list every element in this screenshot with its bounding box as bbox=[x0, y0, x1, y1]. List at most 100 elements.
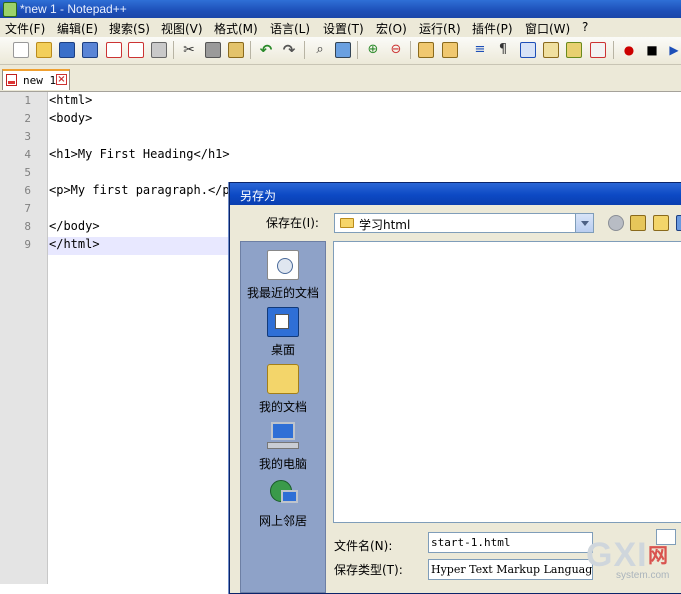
zoom-out-icon[interactable]: ⊖ bbox=[388, 42, 404, 58]
show-all-chars-icon[interactable]: ¶ bbox=[495, 42, 511, 58]
line-number-gutter: 1 2 3 4 5 6 7 8 9 bbox=[0, 92, 48, 584]
filename-input[interactable] bbox=[428, 532, 593, 553]
menu-search[interactable]: 搜索(S) bbox=[109, 20, 150, 37]
toolbar-separator bbox=[304, 41, 305, 59]
place-my-documents[interactable]: 我的文档 bbox=[241, 364, 325, 420]
word-wrap-icon[interactable]: ≡ bbox=[472, 42, 488, 58]
line-number: 5 bbox=[24, 166, 31, 179]
redo-icon[interactable]: ↷ bbox=[281, 42, 297, 58]
toolbar-separator bbox=[613, 41, 614, 59]
open-folder-icon[interactable] bbox=[36, 42, 52, 58]
unsaved-file-icon bbox=[6, 74, 17, 86]
place-recent-documents[interactable]: 我最近的文档 bbox=[241, 250, 325, 306]
line-number: 6 bbox=[24, 184, 31, 197]
code-line[interactable]: </body> bbox=[49, 219, 100, 233]
save-all-icon[interactable] bbox=[82, 42, 98, 58]
save-in-label: 保存在(I): bbox=[266, 216, 319, 230]
replace-icon[interactable] bbox=[335, 42, 351, 58]
places-bar: 我最近的文档 桌面 我的文档 我的电脑 网上邻居 bbox=[240, 241, 326, 593]
code-line[interactable]: <h1>My First Heading</h1> bbox=[49, 147, 230, 161]
paste-icon[interactable] bbox=[228, 42, 244, 58]
window-title-bar[interactable]: *new 1 - Notepad++ bbox=[0, 0, 681, 18]
window-title: *new 1 - Notepad++ bbox=[20, 2, 127, 16]
chevron-down-icon[interactable] bbox=[575, 214, 593, 232]
menu-file[interactable]: 文件(F) bbox=[5, 20, 45, 37]
cut-icon[interactable]: ✂ bbox=[181, 42, 197, 58]
views-menu-icon[interactable] bbox=[676, 215, 681, 231]
code-line[interactable]: <p>My first paragraph.</p> bbox=[49, 183, 237, 197]
menu-language[interactable]: 语言(L) bbox=[270, 20, 310, 37]
doc-map-icon[interactable] bbox=[566, 42, 582, 58]
sync-horizontal-icon[interactable] bbox=[442, 42, 458, 58]
line-number: 8 bbox=[24, 220, 31, 233]
close-all-icon[interactable] bbox=[128, 42, 144, 58]
menu-settings[interactable]: 设置(T) bbox=[323, 20, 364, 37]
code-line[interactable]: <body> bbox=[49, 111, 92, 125]
function-list-icon[interactable] bbox=[590, 42, 606, 58]
filetype-dropdown[interactable]: Hyper Text Markup Language bbox=[428, 559, 593, 580]
file-list[interactable] bbox=[333, 241, 681, 523]
copy-icon[interactable] bbox=[205, 42, 221, 58]
indent-guide-icon[interactable] bbox=[520, 42, 536, 58]
save-icon[interactable] bbox=[59, 42, 75, 58]
line-number: 2 bbox=[24, 112, 31, 125]
line-number: 7 bbox=[24, 202, 31, 215]
notepadpp-app-icon bbox=[3, 2, 17, 17]
menu-bar: 文件(F) 编辑(E) 搜索(S) 视图(V) 格式(M) 语言(L) 设置(T… bbox=[0, 18, 681, 38]
site-watermark-logo: GXI 网 system.com bbox=[586, 536, 681, 584]
print-icon[interactable] bbox=[151, 42, 167, 58]
toolbar: ✂ ↶ ↷ ⌕ ⊕ ⊖ ≡ ¶ ● ■ ▶ bbox=[0, 37, 681, 65]
line-number: 9 bbox=[24, 238, 31, 251]
new-file-icon[interactable] bbox=[13, 42, 29, 58]
back-icon[interactable] bbox=[608, 215, 624, 231]
close-icon[interactable]: × bbox=[56, 74, 67, 85]
my-documents-icon bbox=[267, 364, 299, 394]
new-folder-icon[interactable] bbox=[653, 215, 669, 231]
line-number: 1 bbox=[24, 94, 31, 107]
code-line[interactable]: <html> bbox=[49, 93, 92, 107]
line-number: 3 bbox=[24, 130, 31, 143]
current-folder: 学习html bbox=[359, 218, 411, 232]
tab-label: new 1 bbox=[23, 74, 57, 87]
menu-edit[interactable]: 编辑(E) bbox=[57, 20, 98, 37]
toolbar-separator bbox=[250, 41, 251, 59]
dialog-title: 另存为 bbox=[240, 189, 277, 203]
menu-window[interactable]: 窗口(W) bbox=[525, 20, 570, 37]
watermark-cn: 网 bbox=[648, 543, 668, 567]
tab-bar: new 1 × bbox=[0, 65, 681, 92]
menu-view[interactable]: 视图(V) bbox=[161, 20, 203, 37]
up-folder-icon[interactable] bbox=[630, 215, 646, 231]
desktop-icon bbox=[267, 307, 299, 337]
line-number: 4 bbox=[24, 148, 31, 161]
folder-icon bbox=[340, 218, 354, 228]
save-in-dropdown[interactable]: 学习html bbox=[334, 213, 594, 233]
menu-help[interactable]: ? bbox=[582, 20, 588, 34]
toolbar-separator bbox=[410, 41, 411, 59]
network-places-icon bbox=[267, 478, 299, 508]
place-network[interactable]: 网上邻居 bbox=[241, 478, 325, 534]
play-macro-icon[interactable]: ▶ bbox=[666, 42, 681, 58]
menu-plugins[interactable]: 插件(P) bbox=[472, 20, 513, 37]
menu-run[interactable]: 运行(R) bbox=[419, 20, 461, 37]
zoom-in-icon[interactable]: ⊕ bbox=[365, 42, 381, 58]
toolbar-separator bbox=[357, 41, 358, 59]
filetype-label: 保存类型(T): bbox=[334, 563, 403, 577]
place-desktop[interactable]: 桌面 bbox=[241, 307, 325, 363]
menu-macro[interactable]: 宏(O) bbox=[376, 20, 407, 37]
code-line[interactable]: </html> bbox=[49, 237, 100, 251]
menu-format[interactable]: 格式(M) bbox=[214, 20, 258, 37]
user-language-icon[interactable] bbox=[543, 42, 559, 58]
undo-icon[interactable]: ↶ bbox=[258, 42, 274, 58]
tab-new-1[interactable]: new 1 × bbox=[2, 69, 70, 90]
place-label: 我的文档 bbox=[258, 400, 307, 414]
filename-label: 文件名(N): bbox=[334, 539, 393, 553]
watermark-sub: system.com bbox=[616, 570, 670, 581]
stop-macro-icon[interactable]: ■ bbox=[644, 42, 660, 58]
close-file-icon[interactable] bbox=[106, 42, 122, 58]
place-label: 网上邻居 bbox=[258, 514, 307, 528]
sync-vertical-icon[interactable] bbox=[418, 42, 434, 58]
find-icon[interactable]: ⌕ bbox=[312, 42, 328, 58]
place-my-computer[interactable]: 我的电脑 bbox=[241, 421, 325, 477]
record-macro-icon[interactable]: ● bbox=[621, 42, 637, 58]
dialog-title-bar[interactable]: 另存为 bbox=[230, 183, 681, 205]
